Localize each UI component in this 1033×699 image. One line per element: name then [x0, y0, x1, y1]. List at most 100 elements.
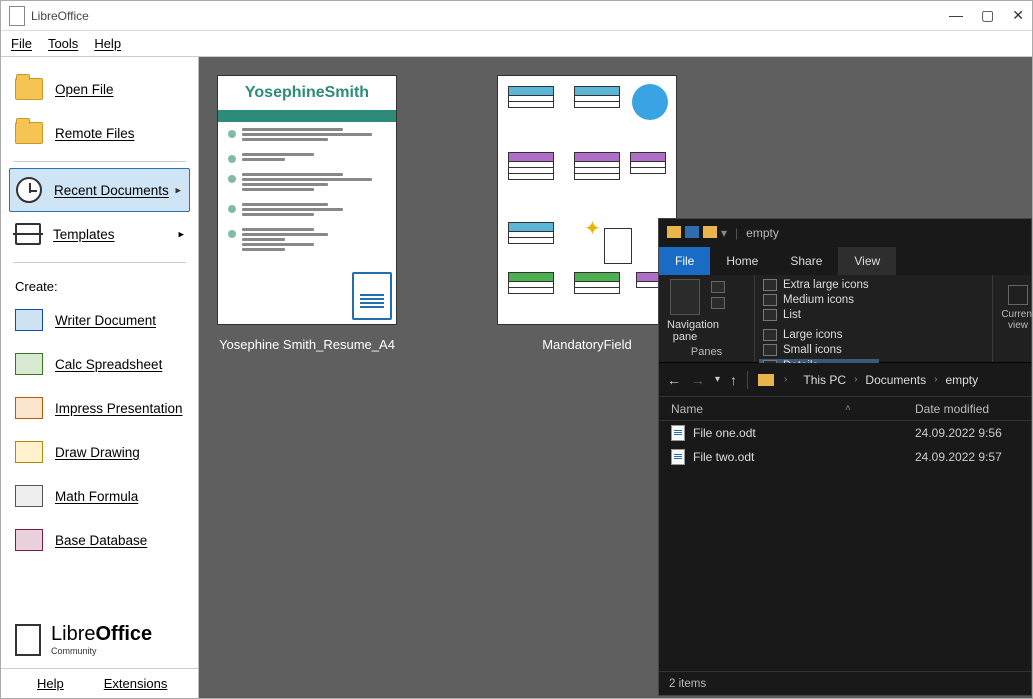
- current-view-button[interactable]: Current view: [1001, 279, 1033, 331]
- create-draw-label: Draw Drawing: [55, 445, 140, 460]
- file-date: 24.09.2022 9:56: [915, 426, 1031, 440]
- chevron-right-icon[interactable]: ›: [934, 374, 937, 385]
- opt-label: Large icons: [783, 329, 842, 341]
- sidebar-remote-files[interactable]: Remote Files: [1, 111, 198, 155]
- document-thumbnail: YosephineSmith: [217, 75, 397, 325]
- file-row[interactable]: File one.odt 24.09.2022 9:56: [659, 421, 1031, 445]
- column-date-modified[interactable]: Date modified: [915, 402, 1031, 416]
- chevron-right-icon[interactable]: ›: [784, 374, 787, 385]
- writer-badge-icon: [352, 272, 392, 320]
- sidebar-recent-documents-label: Recent Documents: [54, 183, 169, 198]
- sidebar-open-file[interactable]: Open File: [1, 67, 198, 111]
- thumb-band: [218, 110, 396, 122]
- create-draw[interactable]: Draw Drawing: [1, 430, 198, 474]
- group-label-panes: Panes: [667, 344, 746, 358]
- file-list: File one.odt 24.09.2022 9:56 File two.od…: [659, 421, 1031, 671]
- create-base[interactable]: Base Database: [1, 518, 198, 562]
- document-thumbnail: ✦: [497, 75, 677, 325]
- brand-primary: Libre: [51, 623, 95, 645]
- globe-icon: [632, 84, 668, 120]
- brand: LibreOffice Community: [1, 611, 198, 668]
- details-pane-icon[interactable]: [711, 297, 725, 309]
- preview-pane-icon[interactable]: [711, 281, 725, 293]
- app-icon: [9, 6, 25, 26]
- divider: [13, 262, 186, 263]
- create-heading: Create:: [1, 269, 198, 298]
- chevron-right-icon[interactable]: ›: [854, 374, 857, 385]
- view-list[interactable]: List: [763, 309, 875, 321]
- document-label: MandatoryField: [542, 337, 632, 352]
- recent-document[interactable]: ✦ MandatoryField: [497, 75, 677, 352]
- footer-extensions[interactable]: Extensions: [104, 676, 168, 691]
- view-medium-icons[interactable]: Medium icons: [763, 294, 875, 306]
- create-writer-label: Writer Document: [55, 313, 156, 328]
- document-label: Yosephine Smith_Resume_A4: [219, 337, 395, 352]
- file-name: File one.odt: [693, 426, 756, 440]
- nav-up-button[interactable]: ↑: [730, 372, 737, 388]
- thumb-heading: YosephineSmith: [218, 76, 396, 110]
- breadcrumb-this-pc[interactable]: This PC: [803, 373, 846, 387]
- create-math[interactable]: Math Formula: [1, 474, 198, 518]
- folder-icon: [15, 122, 43, 144]
- menu-file[interactable]: File: [11, 36, 32, 51]
- create-calc[interactable]: Calc Spreadsheet: [1, 342, 198, 386]
- folder-icon: [667, 226, 681, 238]
- sidebar-recent-documents[interactable]: Recent Documents: [9, 168, 190, 212]
- ribbon-tabs: File Home Share View: [659, 247, 1031, 275]
- menubar: File Tools Help: [1, 31, 1032, 57]
- column-name[interactable]: Name: [659, 402, 915, 416]
- page-icon: [604, 228, 632, 264]
- folder-icon: [15, 78, 43, 100]
- create-base-label: Base Database: [55, 533, 147, 548]
- explorer-titlebar: ▾ | empty: [659, 219, 1031, 247]
- brand-secondary: Office: [95, 623, 152, 645]
- menu-tools[interactable]: Tools: [48, 36, 78, 51]
- nav-forward-button[interactable]: →: [691, 372, 705, 388]
- toolbar-icon[interactable]: [703, 226, 717, 238]
- sort-indicator-icon: ˄: [845, 403, 851, 414]
- titlebar: LibreOffice — ▢ ✕: [1, 1, 1032, 31]
- brand-icon: [15, 624, 41, 656]
- explorer-title: empty: [746, 226, 779, 240]
- minimize-button[interactable]: —: [949, 7, 963, 24]
- opt-label: Extra large icons: [783, 279, 869, 291]
- breadcrumb-documents[interactable]: Documents: [865, 373, 926, 387]
- tab-share[interactable]: Share: [774, 247, 838, 275]
- file-date: 24.09.2022 9:57: [915, 450, 1031, 464]
- recent-document[interactable]: YosephineSmith Yosephine Smith_Resume_A4: [217, 75, 397, 352]
- file-explorer-window: ▾ | empty File Home Share View Navigatio…: [658, 218, 1032, 696]
- navigation-pane-label: Navigation pane: [667, 319, 703, 343]
- menu-help[interactable]: Help: [94, 36, 121, 51]
- view-small-icons[interactable]: Small icons: [763, 344, 875, 356]
- opt-label: Small icons: [783, 344, 842, 356]
- odt-file-icon: [671, 425, 685, 441]
- toolbar-icon[interactable]: [685, 226, 699, 238]
- chevron-down-icon[interactable]: ▾: [721, 226, 727, 240]
- tab-home[interactable]: Home: [710, 247, 774, 275]
- create-writer[interactable]: Writer Document: [1, 298, 198, 342]
- opt-label: Medium icons: [783, 294, 854, 306]
- footer-help[interactable]: Help: [37, 676, 64, 691]
- file-row[interactable]: File two.odt 24.09.2022 9:57: [659, 445, 1031, 469]
- create-impress[interactable]: Impress Presentation: [1, 386, 198, 430]
- close-button[interactable]: ✕: [1012, 7, 1024, 24]
- draw-icon: [15, 441, 43, 463]
- status-item-count: 2 items: [669, 678, 706, 690]
- status-bar: 2 items: [659, 671, 1031, 695]
- view-extra-large-icons[interactable]: Extra large icons: [763, 279, 875, 291]
- breadcrumb-folder[interactable]: empty: [945, 373, 978, 387]
- sidebar-templates[interactable]: Templates: [1, 212, 198, 256]
- math-icon: [15, 485, 43, 507]
- templates-icon: [15, 223, 41, 245]
- tab-file[interactable]: File: [659, 247, 710, 275]
- view-large-icons[interactable]: Large icons: [763, 329, 875, 341]
- maximize-button[interactable]: ▢: [981, 7, 994, 24]
- column-headers: Name ˄ Date modified: [659, 397, 1031, 421]
- nav-back-button[interactable]: ←: [667, 372, 681, 388]
- tab-view[interactable]: View: [838, 247, 896, 275]
- impress-icon: [15, 397, 43, 419]
- navigation-pane-button[interactable]: Navigation pane: [667, 279, 703, 343]
- odt-file-icon: [671, 449, 685, 465]
- nav-history-button[interactable]: ▾: [715, 374, 720, 385]
- opt-label: List: [783, 309, 801, 321]
